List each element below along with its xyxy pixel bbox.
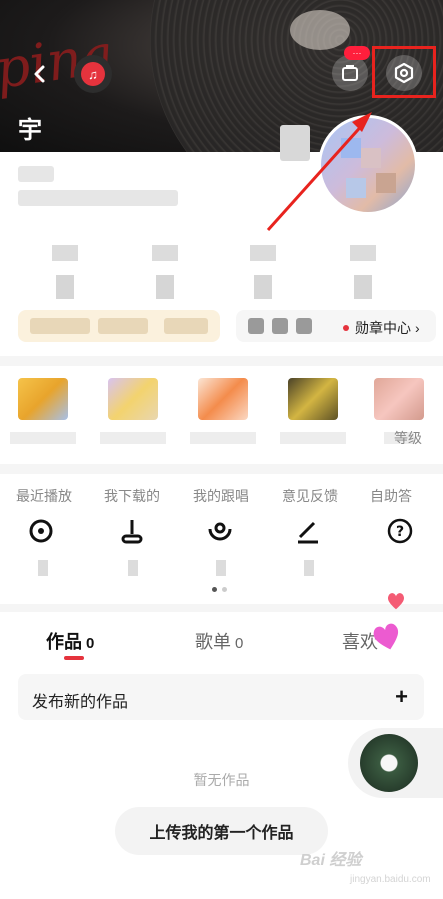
user-name: 宇 [18,117,42,144]
tab-works-count: 0 [86,635,95,652]
page-indicator [222,587,227,592]
app-entry[interactable] [8,378,78,444]
stat-item[interactable] [238,245,288,299]
vip-card[interactable] [18,310,220,342]
chevron-right-icon: › [415,320,420,336]
publish-new-work-button[interactable]: 发布新的作品 + [18,674,424,720]
notification-badge: ··· [344,46,370,60]
badge-center-link[interactable]: 勋章中心 › [343,318,420,338]
publish-label: 发布新的作品 [32,694,129,711]
watermark-logo: Bai 经验 [300,852,362,869]
avatar-pixel [376,173,396,193]
stat-item[interactable] [338,245,388,299]
recent-play-label[interactable]: 最近播放 [16,486,72,506]
section-divider [0,464,443,474]
tab-works[interactable]: 作品 0 [46,628,94,654]
tab-playlists-count: 0 [235,635,244,652]
heart-icon [388,593,404,610]
back-button[interactable] [22,56,58,92]
badge-icon [296,318,312,334]
stat-item[interactable] [40,245,90,299]
red-dot-icon [343,325,349,331]
self-service-label[interactable]: 自助答 [370,486,443,506]
badge-icon [248,318,264,334]
avatar[interactable] [318,115,418,215]
avatar-pixel [361,148,381,168]
my-singalong-label[interactable]: 我的跟唱 [193,486,249,506]
app-entry[interactable] [188,378,258,444]
store-button[interactable] [332,55,368,91]
mini-player-disc-icon [360,734,418,792]
upload-first-work-button[interactable]: 上传我的第一个作品 [115,807,328,855]
record-label [290,10,350,50]
profile-id-placeholder [18,166,54,182]
stat-item[interactable] [140,245,190,299]
quick-menu-count [216,560,226,576]
back-arrow-icon [34,65,45,83]
watermark-url: jingyan.baidu.com [350,874,431,885]
feedback-pen-icon[interactable] [293,516,323,546]
app-entry[interactable] [98,378,168,444]
avatar-pixel [346,178,366,198]
quick-menu-count [304,560,314,576]
avatar-pixel [341,138,361,158]
help-icon[interactable]: ? [385,516,415,546]
singalong-icon[interactable] [205,516,235,546]
svg-text:?: ? [396,524,404,540]
quick-menu-count [38,560,48,576]
section-divider [0,604,443,612]
recent-play-icon[interactable] [26,516,56,546]
download-icon[interactable] [117,516,147,546]
feedback-label[interactable]: 意见反馈 [282,486,338,506]
page-indicator-active [212,587,217,592]
level-label[interactable]: 等级 [394,428,422,448]
section-divider [0,356,443,366]
tab-playlists-label: 歌单 [195,632,231,652]
heart-icon [373,623,399,650]
now-playing-button[interactable]: ♫ [74,55,112,93]
music-note-icon: ♫ [81,62,105,86]
app-entry[interactable] [278,378,348,444]
profile-signature-placeholder [18,190,178,206]
tab-playlists[interactable]: 歌单 0 [195,628,243,654]
quick-menu-count [128,560,138,576]
active-tab-indicator [64,656,84,660]
mini-player[interactable] [348,728,443,798]
store-icon [342,65,358,81]
badge-icon [272,318,288,334]
tab-works-label: 作品 [46,632,82,652]
settings-highlight-box [372,46,436,98]
badge-center-label: 勋章中心 [355,320,411,336]
plus-icon: + [395,684,408,709]
profile-blur-block [280,125,310,161]
my-downloads-label[interactable]: 我下载的 [104,486,160,506]
